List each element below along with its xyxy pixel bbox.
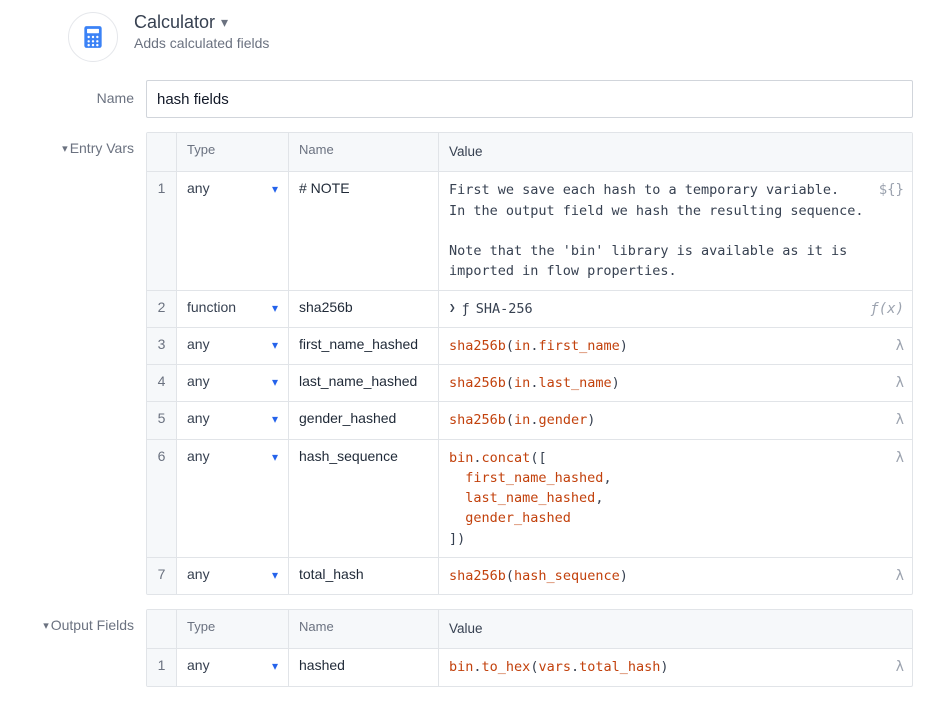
code-expression[interactable]: sha256b(in.last_name) <box>449 375 620 391</box>
row-index: 6 <box>147 440 177 557</box>
code-expression[interactable]: sha256b(in.first_name) <box>449 338 628 354</box>
template-icon[interactable]: ${} <box>879 180 904 201</box>
type-value: any <box>187 373 210 389</box>
type-select[interactable]: any ▾ <box>177 365 289 401</box>
chevron-down-icon: ▾ <box>272 336 278 352</box>
chevron-right-icon: ❯ <box>449 300 456 317</box>
label-name: Name <box>12 80 146 106</box>
value-cell: First we save each hash to a temporary v… <box>439 172 912 289</box>
entry-vars-toggle[interactable]: ▾ Entry Vars <box>12 132 146 156</box>
lambda-icon[interactable]: λ <box>896 566 904 587</box>
type-select[interactable]: any ▾ <box>177 328 289 364</box>
value-cell: bin.to_hex(vars.total_hash) λ <box>439 649 912 685</box>
row-index: 1 <box>147 172 177 289</box>
row-index: 5 <box>147 402 177 438</box>
type-select[interactable]: any ▾ <box>177 402 289 438</box>
type-select[interactable]: function ▾ <box>177 291 289 327</box>
type-select[interactable]: any ▾ <box>177 558 289 594</box>
row-index: 3 <box>147 328 177 364</box>
grid-header: Type Name Value <box>147 133 912 172</box>
chevron-down-icon: ▾ <box>272 180 278 196</box>
grid-header: Type Name Value <box>147 610 912 649</box>
type-select[interactable]: any ▾ <box>177 172 289 289</box>
value-cell: sha256b(in.gender) λ <box>439 402 912 438</box>
table-row: 6 any ▾ hash_sequence bin.concat([ first… <box>147 440 912 558</box>
fx-icon[interactable]: ƒ(x) <box>870 299 904 320</box>
component-title: Calculator <box>134 12 215 33</box>
code-expression[interactable]: sha256b(hash_sequence) <box>449 568 628 584</box>
value-cell: ❯ ƒ SHA-256ƒ(x) <box>439 291 912 327</box>
lambda-icon[interactable]: λ <box>896 336 904 357</box>
type-value: function <box>187 299 236 315</box>
chevron-down-icon: ▾ <box>221 14 228 31</box>
row-index: 1 <box>147 649 177 685</box>
var-name-input[interactable]: gender_hashed <box>289 402 439 438</box>
var-name-input[interactable]: last_name_hashed <box>289 365 439 401</box>
type-select[interactable]: any ▾ <box>177 649 289 685</box>
value-cell: sha256b(in.first_name) λ <box>439 328 912 364</box>
entry-vars-grid: Type Name Value 1 any ▾ # NOTE First we … <box>146 132 913 595</box>
var-name-input[interactable]: first_name_hashed <box>289 328 439 364</box>
row-index: 4 <box>147 365 177 401</box>
chevron-down-icon: ▾ <box>272 410 278 426</box>
table-row: 5 any ▾ gender_hashed sha256b(in.gender)… <box>147 402 912 439</box>
col-type: Type <box>177 610 289 648</box>
lambda-icon[interactable]: λ <box>896 373 904 394</box>
code-expression[interactable]: bin.concat([ first_name_hashed, last_nam… <box>449 450 612 547</box>
type-value: any <box>187 448 210 464</box>
var-name-input[interactable]: hash_sequence <box>289 440 439 557</box>
col-value: Value <box>439 133 912 171</box>
output-fields-toggle[interactable]: ▾ Output Fields <box>12 609 146 633</box>
code-expression[interactable]: sha256b(in.gender) <box>449 412 595 428</box>
row-index: 7 <box>147 558 177 594</box>
chevron-down-icon: ▾ <box>272 448 278 464</box>
var-name-input[interactable]: # NOTE <box>289 172 439 289</box>
type-select[interactable]: any ▾ <box>177 440 289 557</box>
calculator-icon <box>68 12 118 62</box>
lambda-icon[interactable]: λ <box>896 448 904 469</box>
lambda-icon[interactable]: λ <box>896 410 904 431</box>
type-value: any <box>187 410 210 426</box>
chevron-down-icon: ▾ <box>272 566 278 582</box>
type-value: any <box>187 336 210 352</box>
type-value: any <box>187 566 210 582</box>
chevron-down-icon: ▾ <box>43 619 49 632</box>
output-fields-grid: Type Name Value 1 any ▾ hashed bin.to_he… <box>146 609 913 687</box>
var-name-input[interactable]: total_hash <box>289 558 439 594</box>
component-header: Calculator ▾ Adds calculated fields <box>68 12 913 62</box>
col-name: Name <box>289 133 439 171</box>
component-subtitle: Adds calculated fields <box>134 35 269 51</box>
code-expression[interactable]: bin.to_hex(vars.total_hash) <box>449 659 669 675</box>
type-value: any <box>187 657 210 673</box>
fn-glyph-icon: ƒ <box>462 299 470 319</box>
table-row: 3 any ▾ first_name_hashed sha256b(in.fir… <box>147 328 912 365</box>
chevron-down-icon: ▾ <box>272 373 278 389</box>
col-name: Name <box>289 610 439 648</box>
value-cell: sha256b(in.last_name) λ <box>439 365 912 401</box>
col-type: Type <box>177 133 289 171</box>
function-name: SHA-256 <box>476 299 533 319</box>
value-text[interactable]: First we save each hash to a temporary v… <box>449 182 864 279</box>
lambda-icon[interactable]: λ <box>896 657 904 678</box>
table-row: 4 any ▾ last_name_hashed sha256b(in.last… <box>147 365 912 402</box>
value-cell: bin.concat([ first_name_hashed, last_nam… <box>439 440 912 557</box>
function-ref[interactable]: ❯ ƒ SHA-256 <box>449 299 902 319</box>
var-name-input[interactable]: sha256b <box>289 291 439 327</box>
table-row: 2 function ▾ sha256b ❯ ƒ SHA-256ƒ(x) <box>147 291 912 328</box>
name-input[interactable] <box>146 80 913 118</box>
var-name-input[interactable]: hashed <box>289 649 439 685</box>
table-row: 1 any ▾ hashed bin.to_hex(vars.total_has… <box>147 649 912 685</box>
type-value: any <box>187 180 210 196</box>
table-row: 1 any ▾ # NOTE First we save each hash t… <box>147 172 912 290</box>
chevron-down-icon: ▾ <box>62 142 68 155</box>
chevron-down-icon: ▾ <box>272 299 278 315</box>
component-title-dropdown[interactable]: Calculator ▾ <box>134 12 269 33</box>
chevron-down-icon: ▾ <box>272 657 278 673</box>
col-value: Value <box>439 610 912 648</box>
value-cell: sha256b(hash_sequence) λ <box>439 558 912 594</box>
table-row: 7 any ▾ total_hash sha256b(hash_sequence… <box>147 558 912 594</box>
row-index: 2 <box>147 291 177 327</box>
